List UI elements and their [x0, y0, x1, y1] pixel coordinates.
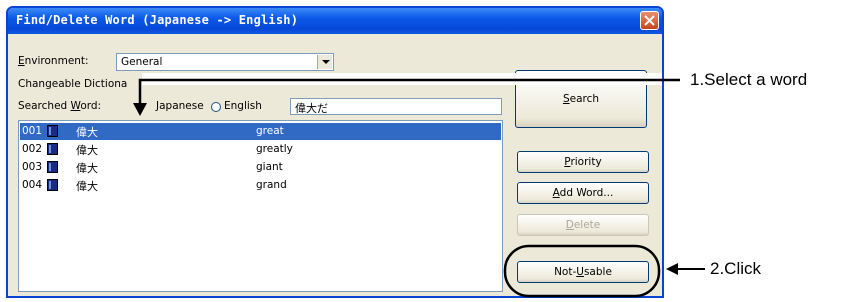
step1-leader-line: [138, 78, 680, 108]
highlight-ellipse: [503, 244, 661, 298]
step2-annotation: 2.Click: [710, 259, 762, 278]
step1-annotation: 1.Select a word: [690, 70, 808, 89]
step1-arrow-icon: [133, 103, 147, 116]
step2-arrow-icon: [666, 263, 678, 275]
annotation-overlay: [133, 78, 705, 298]
